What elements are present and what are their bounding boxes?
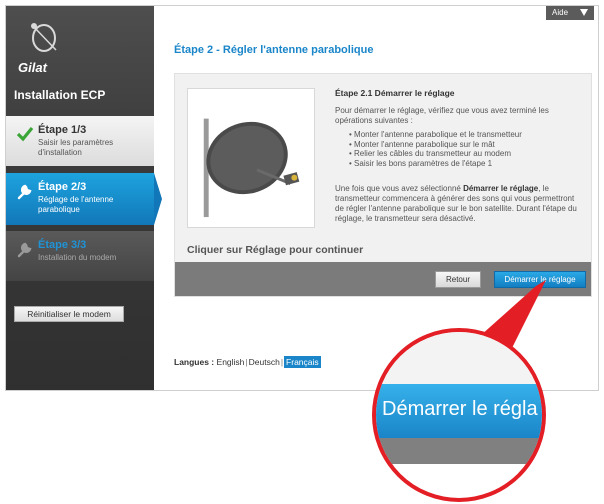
step-3[interactable]: Étape 3/3 Installation du modem — [6, 231, 154, 281]
continue-instruction: Cliquer sur Réglage pour continuer — [187, 244, 364, 256]
step-3-subtitle: Installation du modem — [38, 253, 117, 262]
reset-modem-button[interactable]: Réinitialiser le modem — [14, 306, 124, 322]
active-step-pointer — [154, 173, 162, 225]
zoom-action-bar — [376, 438, 542, 464]
svg-text:Gilat: Gilat — [18, 60, 48, 75]
wrench-icon — [17, 184, 32, 200]
lang-deutsch[interactable]: Deutsch — [249, 357, 280, 367]
help-button[interactable]: Aide — [546, 6, 594, 20]
step-3-title: Étape 3/3 — [38, 239, 87, 251]
chevron-down-icon — [580, 9, 588, 16]
zoom-magnifier: Démarrer le régla — [372, 328, 546, 502]
sidebar: Gilat Installation ECP Étape 1/3 Saisir … — [6, 6, 154, 390]
step-2[interactable]: Étape 2/3 Réglage de l'antenne paraboliq… — [6, 173, 154, 225]
page-title: Étape 2 - Régler l'antenne parabolique — [174, 44, 374, 56]
start-tuning-button[interactable]: Démarrer le réglage — [494, 271, 586, 288]
checklist: Monter l'antenne parabolique et le trans… — [349, 130, 585, 168]
check-icon — [16, 126, 34, 142]
step-1-subtitle: Saisir les paramètres d'installation — [38, 138, 114, 157]
language-selector: Langues : English|Deutsch| Français — [174, 356, 321, 368]
zoom-background — [376, 332, 542, 384]
gilat-logo: Gilat — [18, 23, 57, 75]
detail-text: Une fois que vous avez sélectionné Démar… — [335, 184, 585, 224]
step-card: Étape 2.1 Démarrer le réglage Pour démar… — [174, 73, 592, 297]
step-1[interactable]: Étape 1/3 Saisir les paramètres d'instal… — [6, 116, 154, 166]
step-2-title: Étape 2/3 — [38, 181, 87, 193]
zoom-text: Démarrer le régla — [382, 398, 538, 420]
list-item: Saisir les bons paramètres de l'étape 1 — [349, 159, 585, 169]
substep-title: Étape 2.1 Démarrer le réglage — [335, 88, 455, 98]
step-2-subtitle: Réglage de l'antenne parabolique — [38, 195, 114, 214]
detail-text-bold: Démarrer le réglage — [463, 184, 539, 193]
list-item: Monter l'antenne parabolique et le trans… — [349, 130, 585, 140]
intro-text: Pour démarrer le réglage, vérifiez que v… — [335, 106, 549, 125]
wrench-icon — [17, 242, 32, 258]
detail-text-part: Une fois que vous avez sélectionné — [335, 184, 464, 193]
list-item: Monter l'antenne parabolique sur le mât — [349, 140, 585, 150]
lang-english[interactable]: English — [217, 357, 245, 367]
lang-francais[interactable]: Français — [284, 356, 321, 368]
list-item: Relier les câbles du transmetteur au mod… — [349, 149, 585, 159]
step-1-title: Étape 1/3 — [38, 124, 87, 136]
languages-label: Langues : — [174, 357, 215, 367]
back-button[interactable]: Retour — [435, 271, 481, 288]
app-title: Installation ECP — [14, 88, 106, 102]
help-label: Aide — [552, 8, 569, 17]
satellite-dish-image — [187, 88, 315, 228]
action-bar: Retour Démarrer le réglage — [175, 262, 591, 296]
